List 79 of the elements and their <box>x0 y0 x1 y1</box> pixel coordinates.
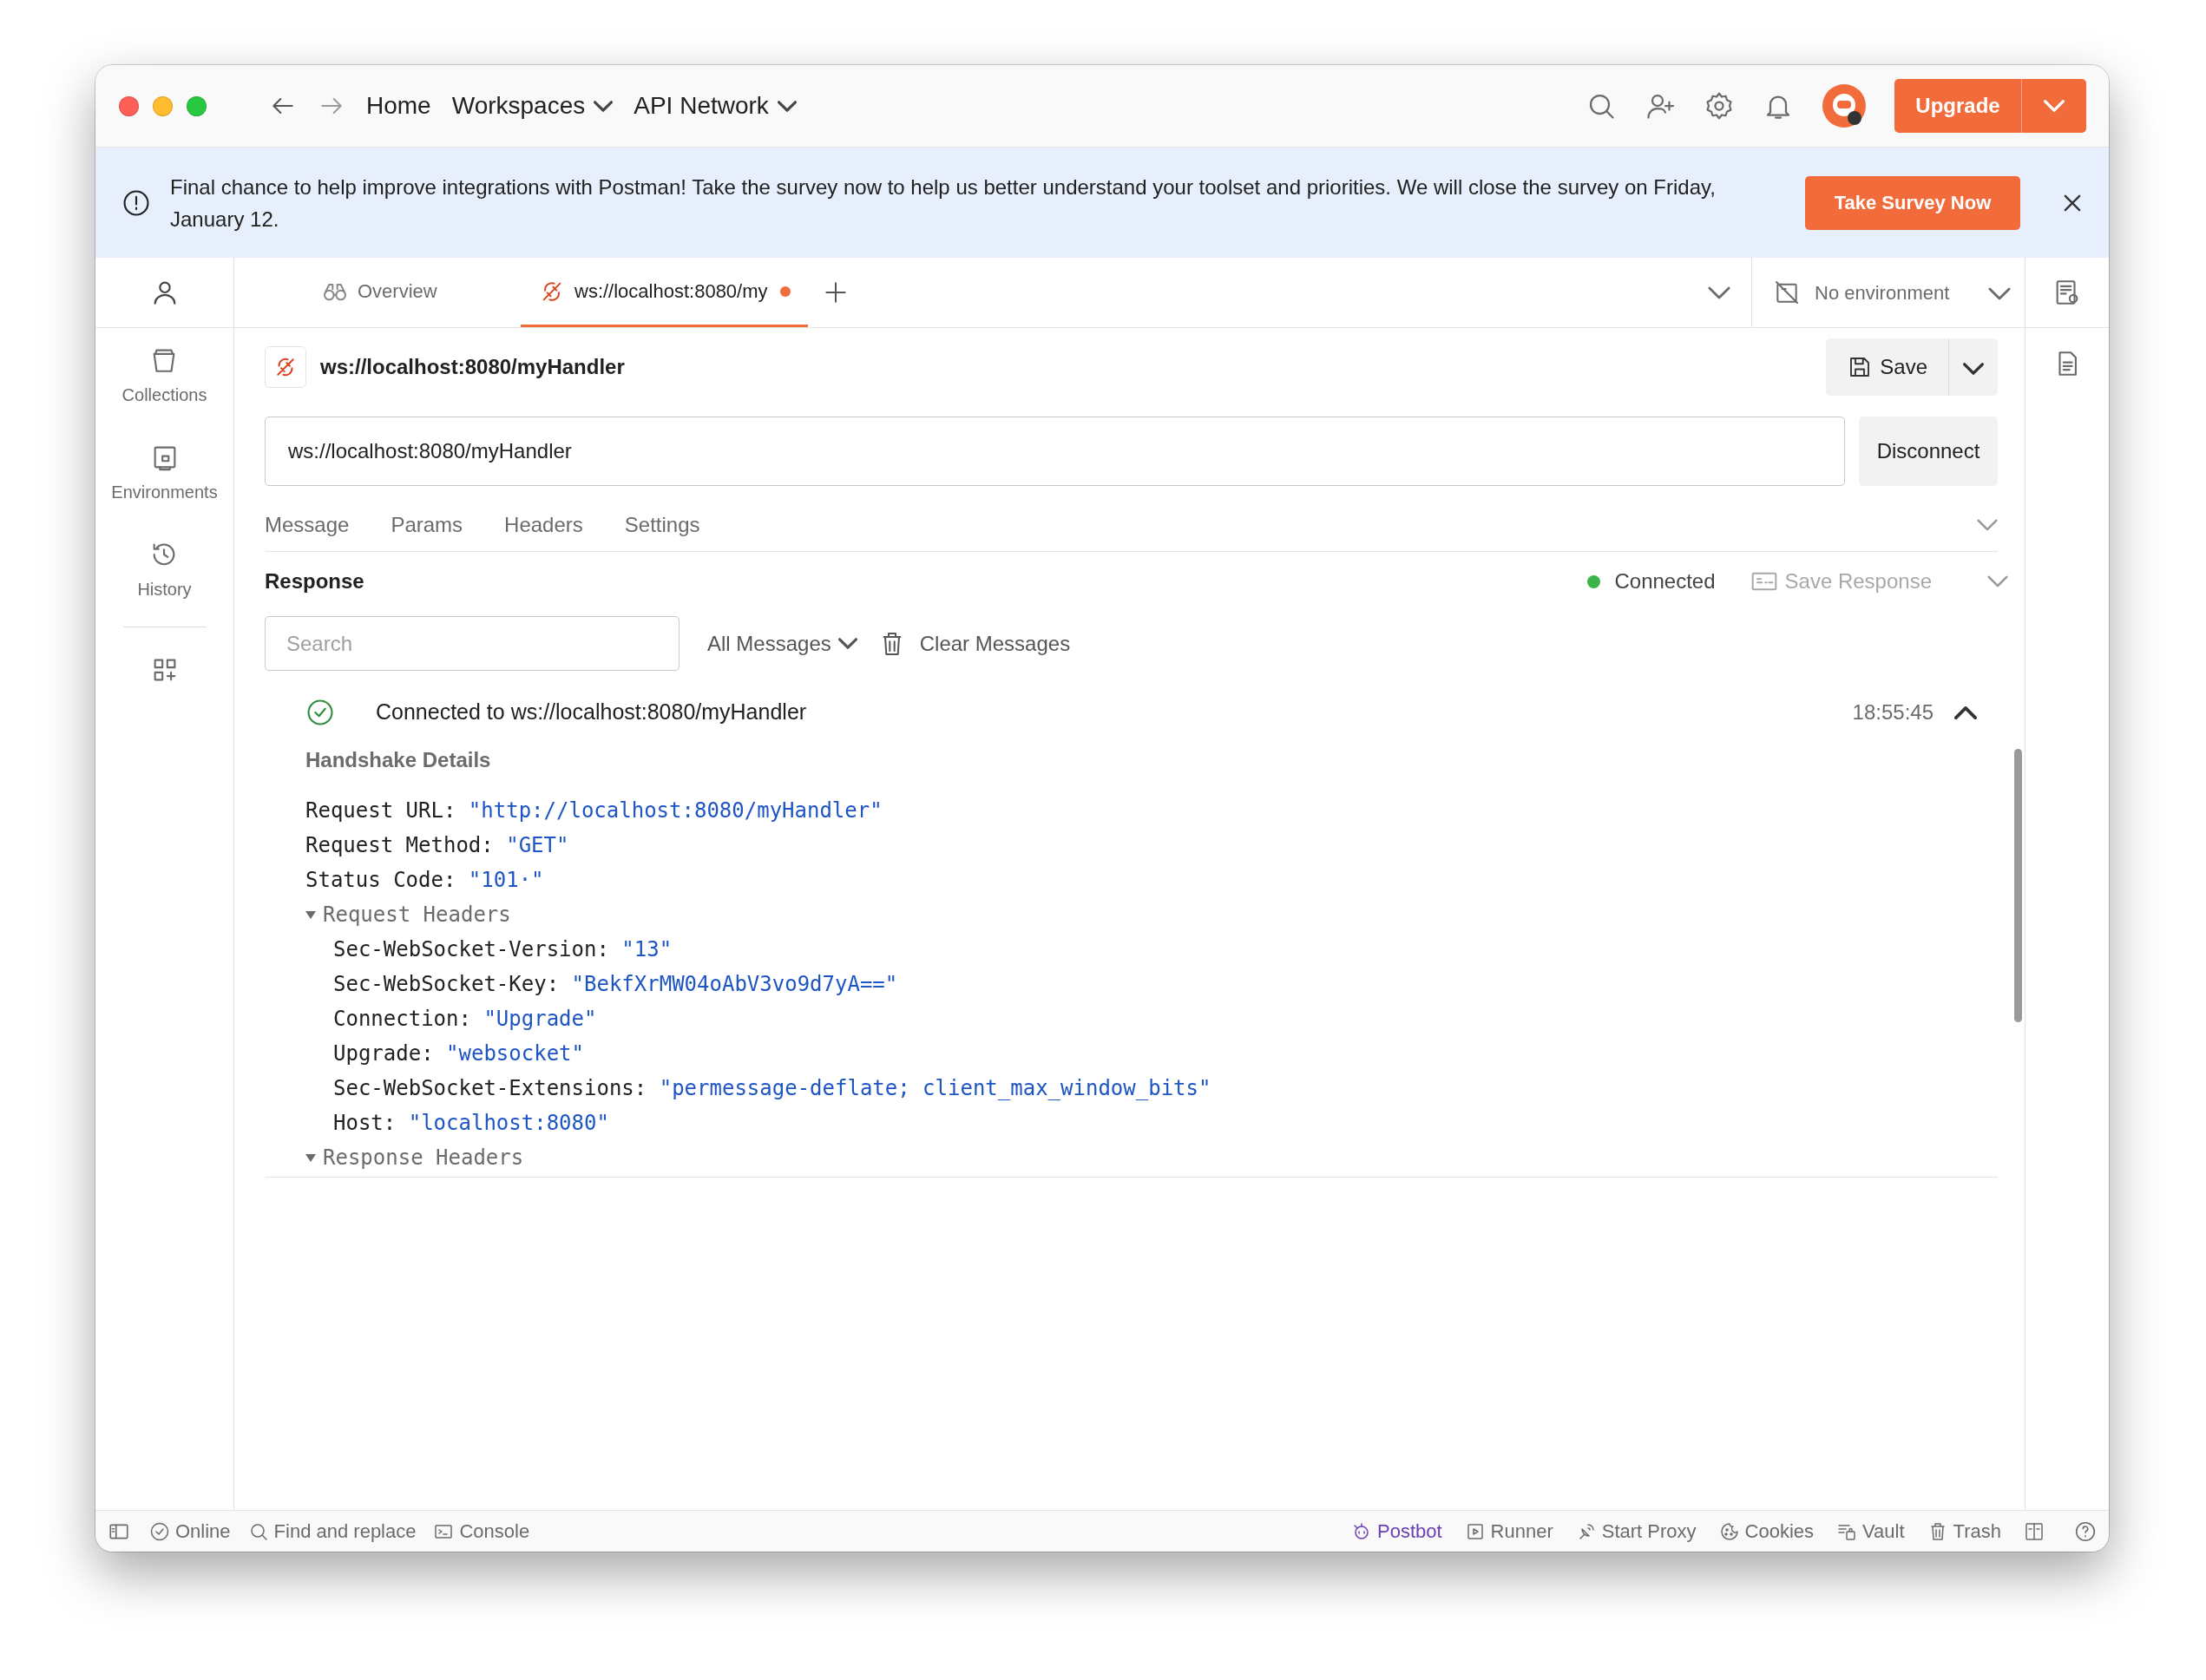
nav-link[interactable]: API Network <box>634 88 797 124</box>
check-circle-icon <box>149 1520 170 1542</box>
clear-messages-button[interactable]: Clear Messages <box>877 627 1071 660</box>
status-bar-item[interactable]: Runner <box>1464 1517 1553 1545</box>
help-icon <box>2074 1519 2097 1543</box>
collapse-button[interactable] <box>1977 518 1998 531</box>
detail-line: Host: "localhost:8080" <box>333 1111 609 1135</box>
sidebar-item[interactable]: History <box>137 522 192 620</box>
status-bar-item[interactable]: Start Proxy <box>1575 1517 1697 1545</box>
chevron-down-icon <box>594 100 614 112</box>
expand-toggle[interactable] <box>1954 705 1977 719</box>
check-circle-icon <box>305 698 335 727</box>
chevron-down-icon <box>1977 518 1998 531</box>
disconnect-button[interactable]: Disconnect <box>1859 417 1998 486</box>
avatar-icon[interactable] <box>1822 83 1867 128</box>
message-time: 18:55:45 <box>1852 699 1934 725</box>
two-pane-icon <box>2024 1520 2045 1542</box>
response-menu-button[interactable] <box>1987 575 2008 587</box>
nav-link[interactable]: Workspaces <box>451 88 614 124</box>
status-bar-item[interactable]: Find and replace <box>247 1517 417 1545</box>
request-tab[interactable]: Headers <box>504 509 583 541</box>
chevron-down-icon <box>1963 362 1984 375</box>
status-bar-item[interactable]: Postbot <box>1351 1517 1442 1545</box>
handshake-title: Handshake Details <box>305 747 492 773</box>
request-tab[interactable]: Settings <box>624 509 700 541</box>
status-bar-item[interactable]: Online <box>149 1517 231 1545</box>
tab[interactable]: Overview <box>304 258 486 327</box>
status-bar-item[interactable]: Cookies <box>1718 1517 1815 1545</box>
detail-line: Status Code: "101·" <box>305 868 544 892</box>
environment-select[interactable]: No environment <box>1773 258 2025 327</box>
banner-message: Final chance to help improve integrations with Postman! Take the survey now to help us better understand your toolset and priorities. We will close the survey on Friday, January 12. <box>170 174 1717 233</box>
chevron-down-icon <box>2044 100 2065 112</box>
detail-line: Connection: "Upgrade" <box>333 1007 597 1031</box>
settings-icon <box>1704 90 1735 121</box>
message-text: Connected to ws://localhost:8080/myHandler <box>376 699 807 726</box>
cookie-icon <box>1718 1520 1740 1542</box>
detail-line: Sec-WebSocket-Key: "BekfXrMW04oAbV3vo9d7yA==" <box>333 972 898 996</box>
connection-status: Connected <box>1614 568 1716 594</box>
group-title: Response Headers <box>323 1145 524 1171</box>
disclosure-triangle[interactable] <box>305 910 316 919</box>
detail-line: Upgrade: "websocket" <box>333 1041 584 1066</box>
survey-button[interactable]: Take Survey Now <box>1805 175 2020 230</box>
close-window-button[interactable] <box>119 95 139 116</box>
settings-button[interactable] <box>1704 90 1735 121</box>
nav-link[interactable]: Home <box>366 88 431 124</box>
no-environment-icon <box>1773 279 1801 306</box>
save-button[interactable]: Save <box>1826 338 1948 396</box>
request-title: ws://localhost:8080/myHandler <box>320 354 625 380</box>
status-bar-item[interactable]: Vault <box>1836 1517 1905 1545</box>
help-button[interactable] <box>2074 1519 2097 1543</box>
chevron-down-icon <box>1708 285 1730 299</box>
request-tab[interactable]: Params <box>391 509 463 541</box>
detail-line: Request URL: "http://localhost:8080/myHandler" <box>305 798 883 823</box>
upgrade-button[interactable]: Upgrade <box>1894 79 2021 133</box>
detail-line: Request Method: "GET" <box>305 833 569 857</box>
disclosure-triangle[interactable] <box>305 1153 316 1162</box>
detail-line: Sec-WebSocket-Version: "13" <box>333 937 673 961</box>
status-bar-item[interactable]: Console <box>433 1517 530 1545</box>
url-field[interactable]: ws://localhost:8080/myHandler <box>265 417 1845 486</box>
scrollbar[interactable] <box>2014 749 2022 1022</box>
chevron-down-icon <box>837 638 857 649</box>
maximize-window-button[interactable] <box>187 95 207 116</box>
detail-line: Sec-WebSocket-Extensions: "permessage-deflate; client_max_window_bits" <box>333 1076 1211 1100</box>
chevron-down-icon <box>1988 287 2011 301</box>
chevron-up-icon <box>1954 705 1977 719</box>
status-bar-item[interactable]: Trash <box>1927 1517 2001 1545</box>
sidebar-item[interactable]: Collections <box>121 328 207 425</box>
request-tab[interactable]: Message <box>265 509 350 541</box>
save-menu-button[interactable] <box>1948 338 1998 396</box>
layout-button[interactable] <box>2024 1520 2045 1542</box>
response-title: Response <box>265 568 364 594</box>
search-field[interactable]: Search <box>265 616 680 671</box>
sidebar-item[interactable]: Environments <box>111 425 218 522</box>
group-title: Request Headers <box>323 902 511 929</box>
tab[interactable]: ws://localhost:8080/my <box>521 258 808 327</box>
message-filter[interactable]: All Messages <box>707 627 857 660</box>
upgrade-menu-button[interactable] <box>2021 79 2086 133</box>
chevron-down-icon <box>1987 575 2008 587</box>
chevron-down-icon <box>777 100 797 112</box>
